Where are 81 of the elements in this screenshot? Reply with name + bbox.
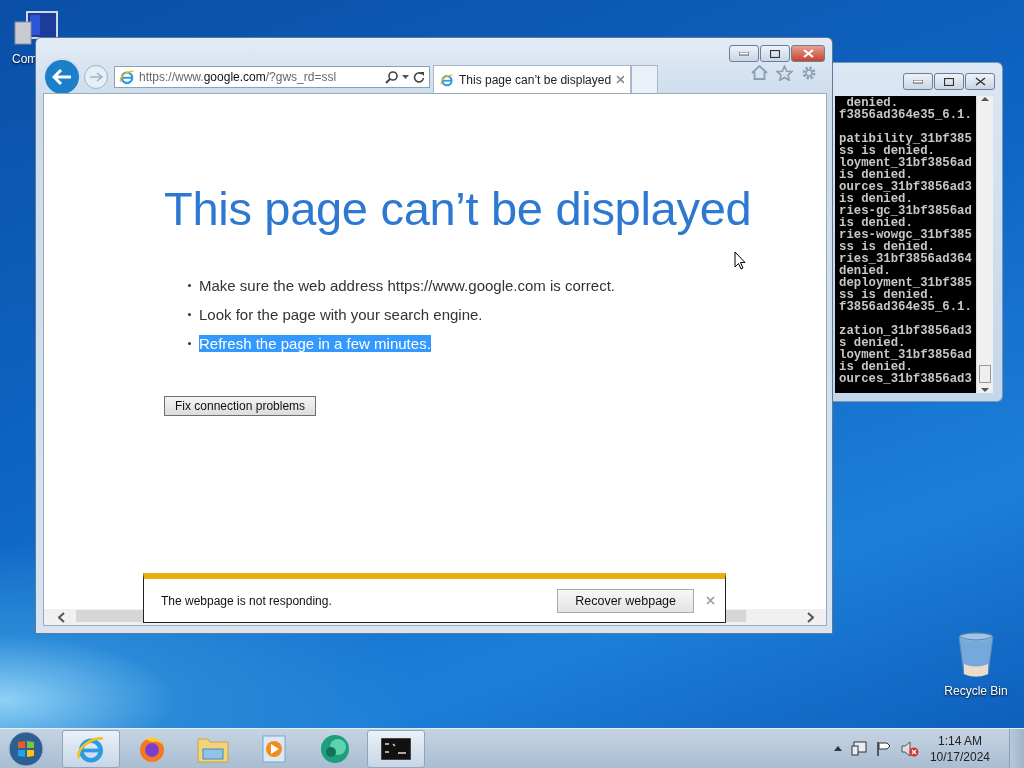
app-icon xyxy=(319,733,351,764)
console-line: s denied. xyxy=(839,337,906,349)
caret-icon[interactable] xyxy=(402,75,409,79)
console-line: is denied. xyxy=(839,193,913,205)
console-line: f3856ad364e35_6.1. xyxy=(839,109,973,121)
fix-connection-button[interactable]: Fix connection problems xyxy=(164,396,317,416)
console-line: f3856ad364e35_6.1. xyxy=(839,301,973,313)
star-icon[interactable] xyxy=(776,65,793,81)
scroll-right-icon xyxy=(807,611,814,623)
minimize-button[interactable] xyxy=(729,45,759,62)
console-line: is denied. xyxy=(839,361,913,373)
media-player-icon xyxy=(262,734,286,763)
scroll-left-icon xyxy=(58,611,65,623)
windows-logo-icon xyxy=(8,730,44,767)
clock-time: 1:14 AM xyxy=(937,732,982,749)
suggestion-text: Refresh the page in a few minutes. xyxy=(199,335,431,352)
search-icon[interactable] xyxy=(385,70,398,84)
console-icon xyxy=(381,737,411,760)
scroll-thumb[interactable] xyxy=(979,365,991,383)
console-line: is denied. xyxy=(839,169,913,181)
console-line: ries-gc_31bf3856ad xyxy=(839,205,973,217)
minimize-icon xyxy=(913,79,923,84)
browser-tab[interactable]: This page can’t be displayed xyxy=(433,65,631,93)
show-desktop-button[interactable] xyxy=(1009,728,1024,768)
flag-icon[interactable] xyxy=(875,741,892,756)
minimize-button[interactable] xyxy=(903,73,933,90)
muted-speaker-icon[interactable] xyxy=(900,740,919,757)
console-line: patibility_31bf385 xyxy=(839,133,973,145)
taskbar-button[interactable] xyxy=(367,729,425,768)
settings-icon[interactable] xyxy=(801,65,817,81)
minimize-icon xyxy=(739,51,749,56)
close-icon[interactable] xyxy=(706,596,715,605)
network-icon[interactable] xyxy=(850,741,867,756)
bullet-icon xyxy=(188,284,191,287)
console-line: deployment_31bf385 xyxy=(839,277,973,289)
close-icon xyxy=(616,75,624,84)
console-line: ources_31bf3856ad3 xyxy=(839,373,973,385)
error-heading: This page can’t be displayed xyxy=(164,181,753,237)
back-button[interactable] xyxy=(45,60,79,94)
ie-logo-icon xyxy=(119,69,135,85)
console-line: ources_31bf3856ad3 xyxy=(839,181,973,193)
tray-arrow-icon[interactable] xyxy=(833,746,842,751)
close-button[interactable] xyxy=(791,45,825,62)
console-line: denied. xyxy=(839,265,891,277)
start-button[interactable] xyxy=(6,730,46,767)
scroll-up-icon xyxy=(981,96,989,102)
icon-label: Com xyxy=(12,52,38,66)
notification-message: The webpage is not responding. xyxy=(161,593,333,608)
maximize-button[interactable] xyxy=(934,73,964,90)
forward-arrow-icon xyxy=(89,72,103,82)
close-icon xyxy=(802,49,814,58)
suggestion-text: Make sure the web address https://www.google.com is correct. xyxy=(199,277,615,294)
scroll-down-icon xyxy=(981,387,989,393)
suggestion-text: Look for the page with your search engine. xyxy=(199,306,483,323)
console-line: zation_31bf3856ad3 xyxy=(839,325,973,337)
console-line: ss is denied. xyxy=(839,289,935,301)
bullet-icon xyxy=(188,313,191,316)
ie-logo-icon xyxy=(440,71,454,88)
console-line: ss is denied. xyxy=(839,241,935,253)
console-line: ries-wowgc_31bf385 xyxy=(839,229,973,241)
console-line: denied. xyxy=(846,97,899,109)
scrollbar[interactable] xyxy=(976,96,993,393)
close-icon xyxy=(974,77,986,86)
refresh-icon[interactable] xyxy=(413,71,425,83)
console-line: ss is denied. xyxy=(839,145,935,157)
back-arrow-icon xyxy=(52,69,72,85)
mouse-pointer-icon xyxy=(734,251,746,270)
close-button[interactable] xyxy=(965,73,995,90)
console-line: loyment_31bf3856ad xyxy=(839,157,973,169)
console-line: ries_31bf3856ad364 xyxy=(839,253,973,265)
recover-webpage-button[interactable]: Recover webpage xyxy=(557,588,694,613)
address-field[interactable]: https://www.google.com/?gws_rd=ssl xyxy=(139,70,381,84)
icon-label: Recycle Bin xyxy=(944,684,1008,698)
maximize-icon xyxy=(944,77,954,86)
console-line: loyment_31bf3856ad xyxy=(839,349,973,361)
maximize-icon xyxy=(770,49,780,58)
recycle-bin-icon xyxy=(957,632,995,678)
maximize-button[interactable] xyxy=(760,45,790,62)
console-line: is denied. xyxy=(839,217,913,229)
clock-date: 10/17/2024 xyxy=(929,748,990,765)
bullet-icon xyxy=(188,342,191,345)
